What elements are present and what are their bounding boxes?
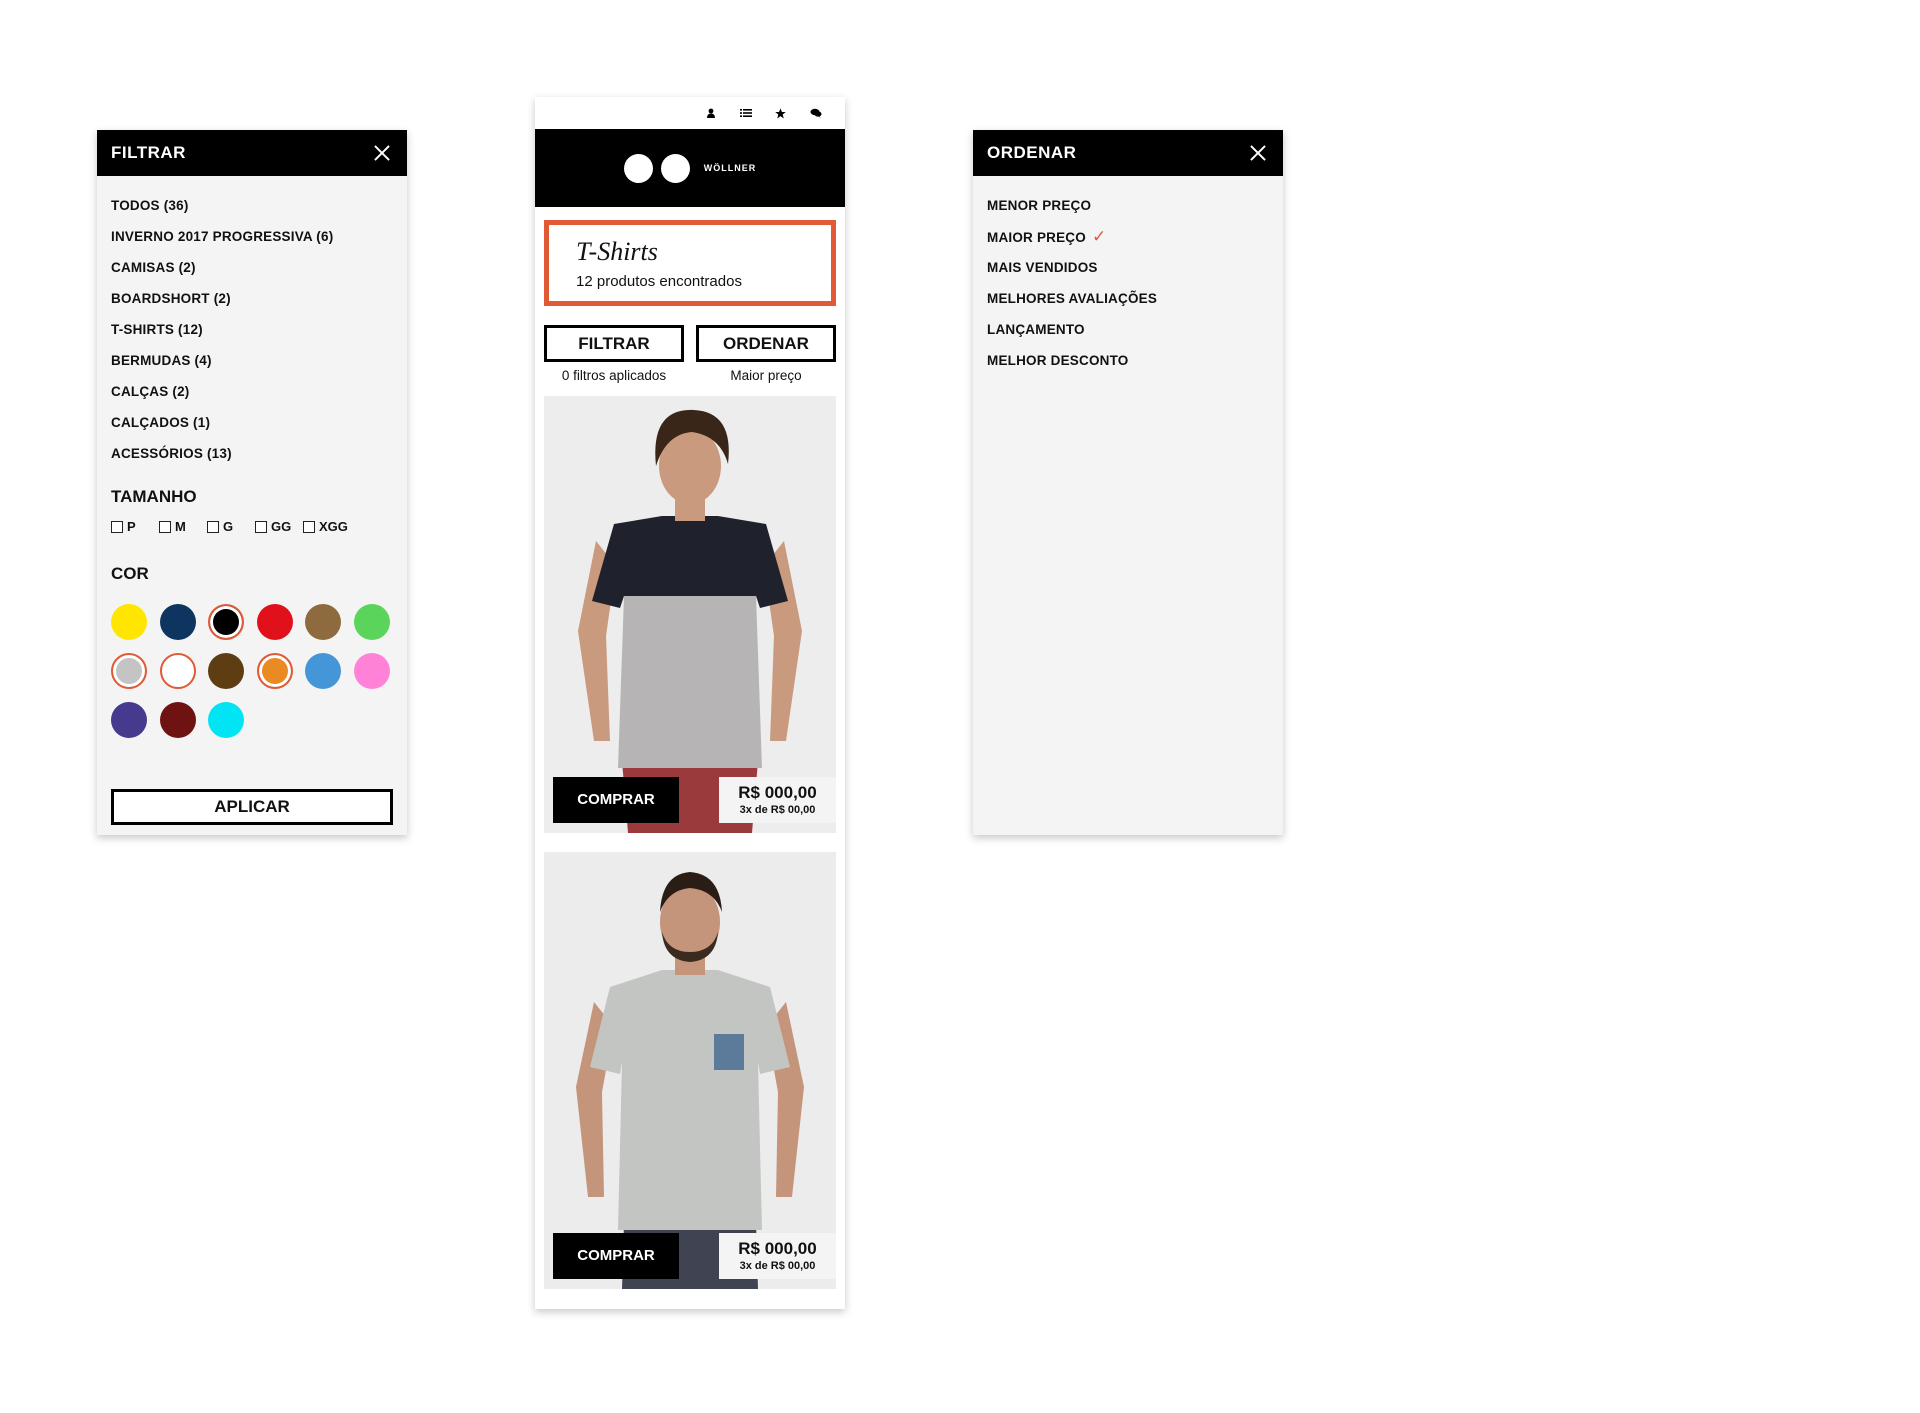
color-swatch[interactable] xyxy=(256,604,293,640)
color-swatch[interactable] xyxy=(353,604,390,640)
buy-button[interactable]: COMPRAR xyxy=(553,1233,679,1279)
filter-title: FILTRAR xyxy=(111,143,186,162)
order-option-label: LANÇAMENTO xyxy=(987,322,1085,337)
page-title: T-Shirts xyxy=(576,237,658,266)
size-section-title: TAMANHO xyxy=(111,487,197,506)
checkbox-icon xyxy=(111,520,123,533)
color-swatch[interactable] xyxy=(111,604,147,640)
size-label: GG xyxy=(271,519,292,534)
checkbox-icon xyxy=(159,520,171,533)
order-option[interactable]: MENOR PREÇO xyxy=(987,190,1269,221)
checkbox-icon xyxy=(303,520,315,533)
order-option-label: MELHOR DESCONTO xyxy=(987,353,1129,368)
installments-text: 3x de R$ 00,00 xyxy=(739,1260,816,1272)
color-swatch[interactable] xyxy=(208,702,244,738)
installments-text: 3x de R$ 00,00 xyxy=(739,804,816,816)
size-label: G xyxy=(223,519,234,534)
check-icon: ✓ xyxy=(1091,227,1107,246)
product-image xyxy=(544,396,836,833)
star-icon[interactable] xyxy=(763,103,798,123)
order-option[interactable]: LANÇAMENTO xyxy=(987,314,1269,345)
order-option-label: MAIS VENDIDOS xyxy=(987,260,1098,275)
order-option-label: MENOR PREÇO xyxy=(987,198,1092,213)
order-option[interactable]: MAIOR PREÇO ✓ xyxy=(987,221,1269,252)
color-section-title: COR xyxy=(111,564,149,583)
order-header: ORDENAR xyxy=(973,130,1283,176)
category-list: TODOS (36) INVERNO 2017 PROGRESSIVA (6) … xyxy=(97,176,407,469)
color-swatch[interactable] xyxy=(159,702,196,738)
product-card[interactable]: COMPRAR R$ 000,00 3x de R$ 00,00 xyxy=(544,396,836,833)
color-swatch[interactable] xyxy=(353,653,390,689)
size-label: P xyxy=(127,519,136,534)
order-option[interactable]: MAIS VENDIDOS xyxy=(987,252,1269,283)
product-image xyxy=(544,852,836,1289)
filters-applied-text: 0 filtros aplicados xyxy=(561,368,667,383)
size-checkbox-m[interactable]: M xyxy=(159,519,197,534)
order-option[interactable]: MELHORES AVALIAÇÕES xyxy=(987,283,1269,314)
filter-button[interactable]: FILTRAR xyxy=(544,325,684,362)
checkbox-icon xyxy=(207,520,219,533)
order-options: MENOR PREÇO MAIOR PREÇO ✓ MAIS VENDIDOS M… xyxy=(973,176,1283,376)
category-item[interactable]: TODOS (36) xyxy=(111,190,393,221)
product-count: 12 produtos encontrados xyxy=(576,273,742,290)
color-swatch[interactable] xyxy=(159,653,196,689)
price-text: R$ 000,00 xyxy=(738,1239,817,1258)
category-item[interactable]: CALÇAS (2) xyxy=(111,376,393,407)
control-buttons: FILTRAR ORDENAR xyxy=(544,325,836,362)
color-swatch[interactable] xyxy=(159,604,196,640)
price-text: R$ 000,00 xyxy=(738,783,817,802)
brand-header: WÖLLNER xyxy=(535,129,845,207)
color-swatch[interactable] xyxy=(111,702,147,738)
checkbox-icon xyxy=(255,520,267,533)
category-item[interactable]: CAMISAS (2) xyxy=(111,252,393,283)
category-item[interactable]: INVERNO 2017 PROGRESSIVA (6) xyxy=(111,221,393,252)
color-swatch[interactable] xyxy=(305,604,341,640)
color-swatch[interactable] xyxy=(111,653,147,689)
category-item[interactable]: CALÇADOS (1) xyxy=(111,407,393,438)
order-title: ORDENAR xyxy=(987,143,1077,162)
size-label: XGG xyxy=(319,519,348,534)
price-box: R$ 000,00 3x de R$ 00,00 xyxy=(719,777,836,823)
order-option[interactable]: MELHOR DESCONTO xyxy=(987,345,1269,376)
product-card[interactable]: COMPRAR R$ 000,00 3x de R$ 00,00 xyxy=(544,852,836,1289)
price-box: R$ 000,00 3x de R$ 00,00 xyxy=(719,1233,836,1279)
brand-logo[interactable]: WÖLLNER xyxy=(704,163,757,173)
control-status: 0 filtros aplicados Maior preço xyxy=(544,368,836,383)
logo-circle-icon xyxy=(623,153,653,183)
top-icon-bar xyxy=(535,97,845,129)
chat-icon[interactable] xyxy=(798,103,833,123)
mobile-screen: WÖLLNER T-Shirts 12 produtos encontrados… xyxy=(535,97,845,1309)
user-icon[interactable] xyxy=(693,103,728,123)
order-option-label: MAIOR PREÇO xyxy=(987,230,1086,245)
size-checkbox-g[interactable]: G xyxy=(207,519,245,534)
size-label: M xyxy=(175,519,186,534)
logo-circle-icon xyxy=(660,153,690,183)
category-item[interactable]: ACESSÓRIOS (13) xyxy=(111,438,393,469)
color-swatches xyxy=(111,604,393,738)
filter-panel: FILTRAR TODOS (36) INVERNO 2017 PROGRESS… xyxy=(97,130,407,835)
order-button[interactable]: ORDENAR xyxy=(696,325,836,362)
color-swatch[interactable] xyxy=(256,653,293,689)
buy-button[interactable]: COMPRAR xyxy=(553,777,679,823)
size-checkbox-p[interactable]: P xyxy=(111,519,149,534)
category-item[interactable]: BOARDSHORT (2) xyxy=(111,283,393,314)
list-icon[interactable] xyxy=(728,103,763,123)
current-order-text: Maior preço xyxy=(730,368,802,383)
size-options: P M G GG XGG xyxy=(111,519,393,534)
apply-button[interactable]: APLICAR xyxy=(111,789,393,825)
close-icon[interactable] xyxy=(371,142,393,164)
category-item[interactable]: T-SHIRTS (12) xyxy=(111,314,393,345)
color-swatch[interactable] xyxy=(208,653,244,689)
color-swatch[interactable] xyxy=(208,604,244,640)
category-item[interactable]: BERMUDAS (4) xyxy=(111,345,393,376)
filter-header: FILTRAR xyxy=(97,130,407,176)
close-icon[interactable] xyxy=(1247,142,1269,164)
color-swatch[interactable] xyxy=(305,653,341,689)
order-panel: ORDENAR MENOR PREÇO MAIOR PREÇO ✓ MAIS VE… xyxy=(973,130,1283,835)
size-checkbox-gg[interactable]: GG xyxy=(255,519,293,534)
size-checkbox-xgg[interactable]: XGG xyxy=(303,519,348,534)
order-option-label: MELHORES AVALIAÇÕES xyxy=(987,291,1158,306)
category-header: T-Shirts 12 produtos encontrados xyxy=(544,220,836,306)
